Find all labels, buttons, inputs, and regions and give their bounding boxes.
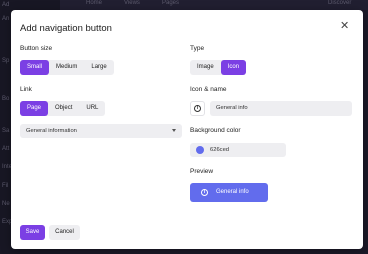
save-button[interactable]: Save (20, 225, 45, 240)
link-label: Link (20, 86, 32, 93)
info-icon: i (194, 105, 201, 112)
size-option-large[interactable]: Large (84, 60, 113, 75)
link-option-url[interactable]: URL (79, 101, 105, 116)
size-option-small[interactable]: Small (20, 60, 50, 75)
button-size-selector: Small Medium Large (20, 60, 114, 75)
link-option-object[interactable]: Object (48, 101, 79, 116)
type-label: Type (190, 45, 205, 52)
page-select[interactable]: General information (20, 124, 182, 138)
dialog-title: Add navigation button (20, 23, 112, 34)
link-type-selector: Page Object URL (20, 101, 106, 116)
info-icon: i (201, 188, 208, 196)
icon-name-label: Icon & name (190, 86, 227, 93)
preview-button: i General info (190, 183, 268, 202)
add-navigation-button-dialog: Add navigation button ✕ Button size Smal… (11, 10, 363, 249)
type-option-icon[interactable]: Icon (220, 60, 247, 75)
preview-button-label: General info (216, 189, 249, 195)
link-option-page[interactable]: Page (20, 101, 49, 116)
background-color-field[interactable]: 626ced (190, 143, 286, 157)
type-option-image[interactable]: Image (190, 60, 221, 75)
page-select-value: General information (26, 128, 77, 134)
color-swatch[interactable] (196, 146, 204, 154)
background-color-label: Background color (190, 127, 241, 134)
icon-picker-button[interactable]: i (190, 101, 205, 116)
color-hex-value: 626ced (210, 147, 230, 153)
preview-label: Preview (190, 168, 214, 175)
button-size-label: Button size (20, 45, 53, 52)
cancel-button[interactable]: Cancel (49, 225, 80, 240)
button-name-input[interactable]: General info (210, 101, 352, 116)
size-option-medium[interactable]: Medium (49, 60, 84, 75)
close-icon[interactable]: ✕ (340, 21, 349, 32)
chevron-down-icon (172, 129, 176, 132)
type-selector: Image Icon (190, 60, 247, 75)
